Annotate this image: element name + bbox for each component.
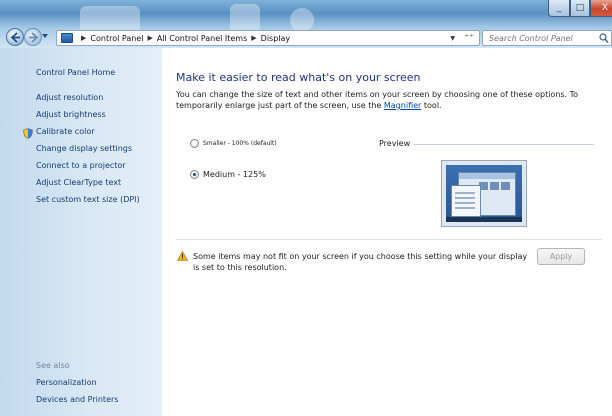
refresh-icon[interactable]: ⁺⁺	[464, 33, 474, 43]
minimize-button[interactable]: _	[548, 0, 570, 17]
devices-printers-link[interactable]: Devices and Printers	[36, 395, 118, 404]
address-bar[interactable]: ▶ Control Panel ▶ All Control Panel Item…	[56, 30, 480, 46]
preview-desktop	[446, 165, 522, 222]
page-title: Make it easier to read what's on your sc…	[176, 71, 421, 84]
radio-medium[interactable]	[190, 170, 199, 179]
adjust-cleartype-link[interactable]: Adjust ClearType text	[36, 178, 121, 187]
warning-icon	[177, 251, 188, 261]
search-box[interactable]	[482, 30, 612, 46]
breadcrumb-separator[interactable]: ▶	[81, 34, 86, 42]
magnifier-link[interactable]: Magnifier	[384, 101, 421, 110]
custom-text-size-link[interactable]: Set custom text size (DPI)	[36, 195, 140, 204]
back-button[interactable]	[6, 28, 24, 46]
resolution-warning: Some items may not fit on your screen if…	[193, 252, 528, 272]
breadcrumb-all-items[interactable]: All Control Panel Items	[157, 34, 247, 43]
shield-icon	[23, 128, 33, 139]
option-medium-125[interactable]: Medium - 125%	[190, 170, 266, 179]
glass-decoration	[290, 8, 314, 32]
change-display-settings-link[interactable]: Change display settings	[36, 144, 132, 153]
divider	[176, 239, 602, 240]
address-dropdown-icon[interactable]: ▼	[450, 35, 455, 42]
recent-pages-dropdown-icon[interactable]	[42, 33, 48, 39]
description-text-end: tool.	[421, 101, 442, 110]
forward-button[interactable]	[24, 28, 42, 46]
option-medium-label[interactable]: Medium - 125%	[203, 170, 266, 179]
maximize-button[interactable]: □	[570, 0, 590, 17]
close-button[interactable]: X	[590, 0, 612, 17]
breadcrumb-display[interactable]: Display	[261, 34, 291, 43]
option-smaller-label[interactable]: Smaller - 100% (default)	[203, 140, 277, 147]
breadcrumb-control-panel[interactable]: Control Panel	[90, 34, 143, 43]
preview-image	[441, 160, 527, 227]
preview-window-front	[451, 185, 481, 217]
personalization-link[interactable]: Personalization	[36, 378, 97, 387]
breadcrumb-separator[interactable]: ▶	[251, 34, 256, 42]
option-smaller-100[interactable]: Smaller - 100% (default)	[190, 139, 277, 148]
radio-smaller[interactable]	[190, 139, 199, 148]
connect-projector-link[interactable]: Connect to a projector	[36, 161, 126, 170]
page-description: You can change the size of text and othe…	[176, 89, 602, 111]
apply-button[interactable]: Apply	[537, 248, 585, 265]
control-panel-icon	[61, 33, 73, 43]
adjust-resolution-link[interactable]: Adjust resolution	[36, 93, 103, 102]
see-also-heading: See also	[36, 361, 70, 370]
control-panel-home-link[interactable]: Control Panel Home	[36, 68, 115, 77]
preview-group-line	[412, 144, 594, 145]
preview-taskbar	[446, 217, 522, 222]
main-content: Make it easier to read what's on your sc…	[162, 48, 612, 416]
description-text: You can change the size of text and othe…	[176, 90, 579, 110]
breadcrumb-separator[interactable]: ▶	[147, 34, 152, 42]
window-titlebar: _ □ X ▶ Control Panel ▶ All Control Pane…	[0, 0, 612, 48]
forward-arrow-icon	[29, 32, 39, 43]
calibrate-color-link[interactable]: Calibrate color	[36, 127, 95, 136]
adjust-brightness-link[interactable]: Adjust brightness	[36, 110, 106, 119]
preview-label: Preview	[379, 139, 415, 148]
back-arrow-icon	[10, 32, 20, 43]
search-input[interactable]	[483, 31, 593, 45]
search-icon[interactable]	[599, 33, 609, 44]
navigation-pane: Control Panel Home Adjust resolution Adj…	[0, 48, 162, 416]
